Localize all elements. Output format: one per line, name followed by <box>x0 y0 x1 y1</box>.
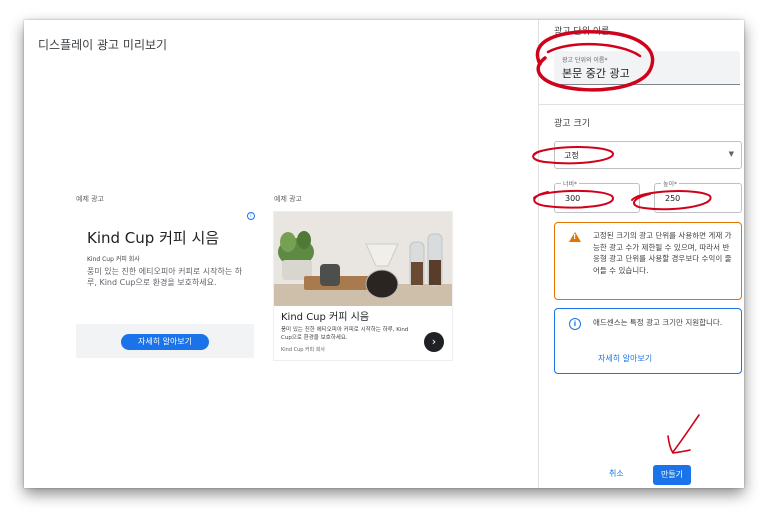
chevron-right-icon[interactable]: › <box>424 332 444 352</box>
ad-title: Kind Cup 커피 시음 <box>87 229 220 247</box>
name-section-heading: 광고 단위 이름 <box>554 27 610 37</box>
ad-description: 풍미 있는 진한 에티오피아 커피로 시작하는 하루, Kind Cup으로 환… <box>87 267 243 287</box>
learn-more-button[interactable]: 자세히 알아보기 <box>121 334 209 350</box>
info-text: 애드센스는 특정 광고 크기만 지원합니다. <box>593 318 723 327</box>
ad-size-select-value: 고정 <box>564 151 579 160</box>
ad-body: i Kind Cup 커피 시음 Kind Cup 커피 회사 풍미 있는 진한… <box>76 210 255 324</box>
supported-sizes-info: i 애드센스는 특정 광고 크기만 지원합니다. 자세히 알아보기 <box>554 308 742 374</box>
width-value[interactable]: 300 <box>565 194 580 203</box>
size-section-heading: 광고 크기 <box>554 119 590 129</box>
width-label: 너비* <box>561 179 580 188</box>
dropdown-arrow-icon: ▼ <box>728 150 734 158</box>
adchoices-icon[interactable]: i <box>247 212 255 220</box>
ad-title: Kind Cup 커피 시음 <box>281 312 370 323</box>
fixed-size-warning: ! 고정된 크기의 광고 단위를 사용하면 게재 가능한 광고 수가 제한될 수… <box>554 222 742 300</box>
ad-unit-name-value[interactable]: 본문 중간 광고 <box>562 65 630 81</box>
height-field[interactable]: 높이* 250 <box>654 179 742 213</box>
ad-unit-name-field[interactable]: 광고 단위의 이름* 본문 중간 광고 <box>554 51 740 85</box>
warning-icon: ! <box>569 232 581 242</box>
preview-title: 디스플레이 광고 미리보기 <box>38 38 168 52</box>
ad-unit-editor-window: 디스플레이 광고 미리보기 예제 광고 예제 광고 i Kind Cup 커피 … <box>24 20 744 488</box>
ad-label-2: 예제 광고 <box>274 195 302 203</box>
coffee-product-image <box>274 212 452 306</box>
ad-unit-settings-panel: 광고 단위 이름 광고 단위의 이름* 본문 중간 광고 광고 크기 고정 ▼ … <box>538 20 744 488</box>
sample-ad-text: i Kind Cup 커피 시음 Kind Cup 커피 회사 풍미 있는 진한… <box>76 210 255 358</box>
cancel-button[interactable]: 취소 <box>609 468 624 479</box>
ad-label-1: 예제 광고 <box>76 195 104 203</box>
ad-description: 풍미 있는 진한 에티오피아 커피로 시작하는 하루, Kind Cup으로 환… <box>281 327 409 341</box>
warning-text: 고정된 크기의 광고 단위를 사용하면 게재 가능한 광고 수가 제한될 수 있… <box>593 231 732 275</box>
ad-company: Kind Cup 커피 회사 <box>87 256 140 263</box>
ad-unit-name-label: 광고 단위의 이름* <box>562 57 608 64</box>
height-label: 높이* <box>661 179 680 188</box>
height-value[interactable]: 250 <box>665 194 680 203</box>
sample-ad-image: Kind Cup 커피 시음 풍미 있는 진한 에티오피아 커피로 시작하는 하… <box>274 212 452 360</box>
ad-size-select[interactable]: 고정 ▼ <box>554 141 742 169</box>
create-button[interactable]: 만들기 <box>653 465 691 485</box>
width-field[interactable]: 너비* 300 <box>554 179 640 213</box>
info-icon: i <box>569 318 581 330</box>
divider <box>539 104 744 105</box>
learn-more-link[interactable]: 자세히 알아보기 <box>598 353 652 364</box>
ad-company: Kind Cup 커피 회사 <box>281 347 326 353</box>
